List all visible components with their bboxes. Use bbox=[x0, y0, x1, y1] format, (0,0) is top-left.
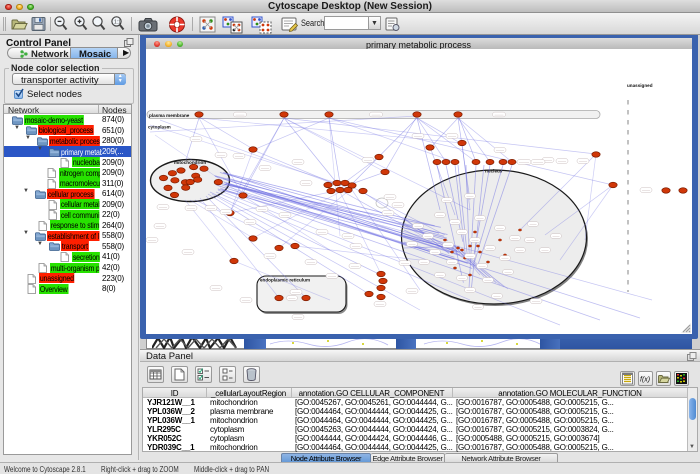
svg-text:unassigned: unassigned bbox=[627, 83, 653, 88]
svg-text:nucleus: nucleus bbox=[485, 169, 503, 174]
svg-text:mitochondrion: mitochondrion bbox=[174, 160, 206, 165]
svg-text:f(x): f(x) bbox=[640, 377, 650, 384]
svg-text:plasma membrane: plasma membrane bbox=[149, 113, 190, 118]
